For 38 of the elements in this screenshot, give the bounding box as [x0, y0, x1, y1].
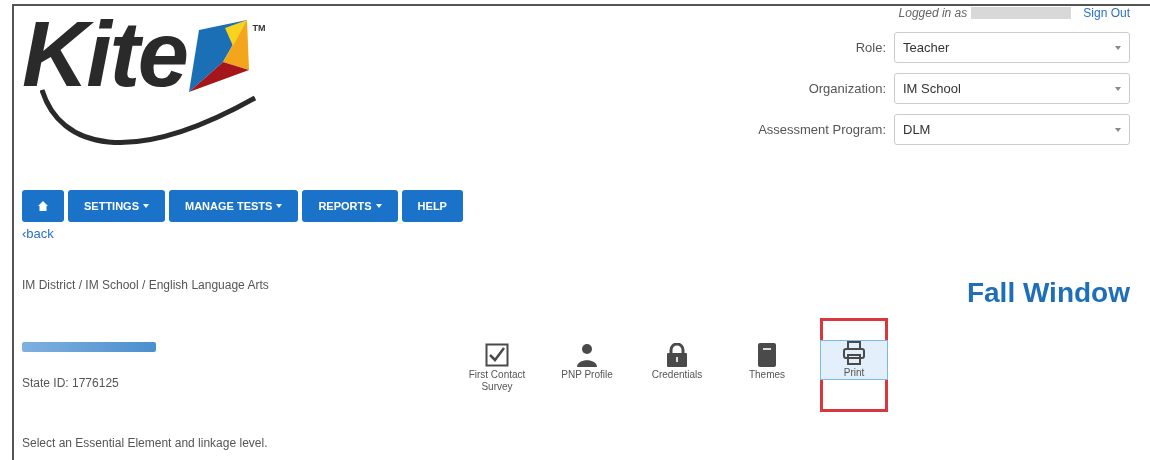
nav-menu-button[interactable]: MANAGE TESTS — [169, 190, 299, 222]
caret-icon — [276, 204, 283, 208]
selector-label: Assessment Program: — [758, 120, 886, 139]
logged-in-label: Logged in as — [898, 5, 968, 22]
select-dropdown[interactable]: Teacher — [894, 32, 1130, 63]
state-id: State ID: 1776125 — [22, 374, 120, 392]
nav-link-button[interactable]: HELP — [401, 190, 463, 222]
sign-out-link[interactable]: Sign Out — [1083, 4, 1130, 22]
tool-button[interactable]: Themes — [736, 342, 798, 381]
home-button[interactable] — [22, 190, 64, 222]
checkbox-icon — [485, 342, 509, 367]
breadcrumb: IM District / IM School / English Language Arts — [22, 276, 269, 294]
select-dropdown[interactable]: DLM — [894, 114, 1130, 145]
window-label: Fall Window — [966, 275, 1130, 310]
tool-button[interactable]: First Contact Survey — [466, 342, 528, 394]
kite-logo-icon — [188, 20, 251, 92]
tool-button[interactable]: PNP Profile — [556, 342, 618, 381]
selector-label: Role: — [855, 38, 886, 57]
instruction-text: Select an Essential Element and linkage level. — [22, 434, 269, 452]
tool-button[interactable]: Credentials — [646, 342, 708, 381]
select-dropdown[interactable]: IM School — [894, 73, 1130, 104]
home-icon — [38, 201, 48, 211]
caret-icon — [1115, 127, 1121, 132]
printer-icon — [842, 340, 866, 365]
caret-icon — [1115, 45, 1121, 50]
padlock-icon — [666, 342, 688, 367]
caret-icon — [143, 204, 149, 208]
caret-icon — [1115, 86, 1121, 91]
back-link[interactable]: ‹back — [22, 224, 54, 244]
kite-wordmark: Kite — [22, 8, 187, 100]
book-icon — [757, 342, 777, 367]
caret-icon — [375, 204, 382, 208]
tool-button[interactable]: Print — [821, 340, 887, 379]
trademark-mark: TM — [252, 22, 266, 35]
person-icon — [575, 342, 599, 367]
selector-label: Organization: — [808, 79, 886, 98]
nav-menu-button[interactable]: REPORTS — [302, 190, 398, 222]
nav-menu-button[interactable]: SETTINGS — [68, 190, 165, 222]
